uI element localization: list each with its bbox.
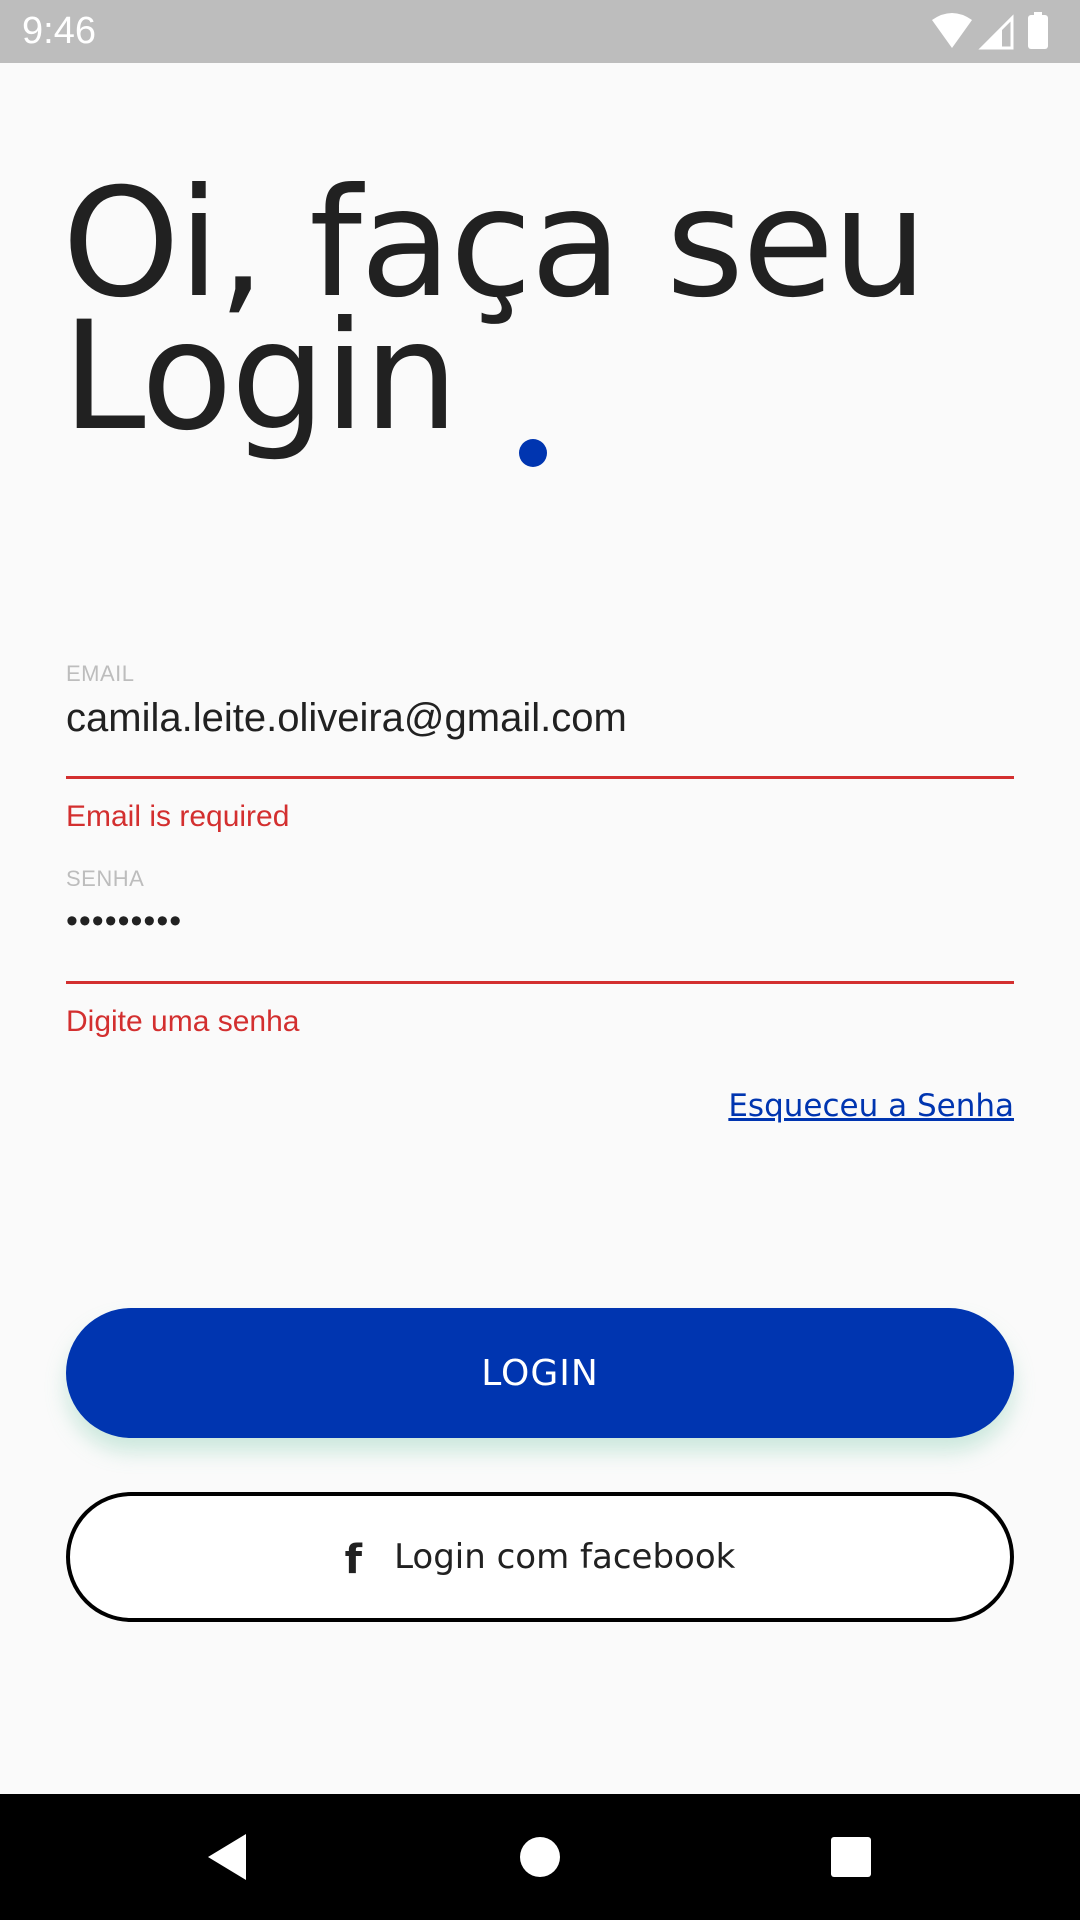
back-icon[interactable] xyxy=(196,1824,262,1890)
password-field[interactable]: ••••••••• xyxy=(66,902,182,941)
login-button-label: LOGIN xyxy=(481,1352,599,1394)
password-label: SENHA xyxy=(66,866,145,891)
email-field[interactable]: camila.leite.oliveira@gmail.com xyxy=(66,696,627,741)
status-time: 9:46 xyxy=(22,10,96,52)
login-button[interactable]: LOGIN xyxy=(66,1308,1014,1438)
status-bar: 9:46 xyxy=(0,0,1080,63)
recents-icon[interactable] xyxy=(818,1824,884,1890)
email-underline xyxy=(66,776,1014,779)
facebook-login-label: Login com facebook xyxy=(394,1537,736,1577)
facebook-login-button[interactable]: f Login com facebook xyxy=(66,1492,1014,1622)
forgot-password-link[interactable]: Esqueceu a Senha xyxy=(728,1088,1014,1124)
email-label: EMAIL xyxy=(66,661,135,686)
home-icon[interactable] xyxy=(507,1824,573,1890)
page-title: Oi, faça seu Login xyxy=(62,169,1022,452)
cell-signal-icon xyxy=(978,14,1014,50)
navigation-bar xyxy=(0,1794,1080,1920)
email-error: Email is required xyxy=(66,800,290,833)
battery-icon xyxy=(1028,12,1048,49)
status-icons xyxy=(932,12,1048,50)
wifi-icon xyxy=(932,13,972,48)
title-accent-dot xyxy=(519,439,547,467)
facebook-icon: f xyxy=(344,1537,363,1583)
password-error: Digite uma senha xyxy=(66,1005,300,1038)
password-underline xyxy=(66,981,1014,984)
